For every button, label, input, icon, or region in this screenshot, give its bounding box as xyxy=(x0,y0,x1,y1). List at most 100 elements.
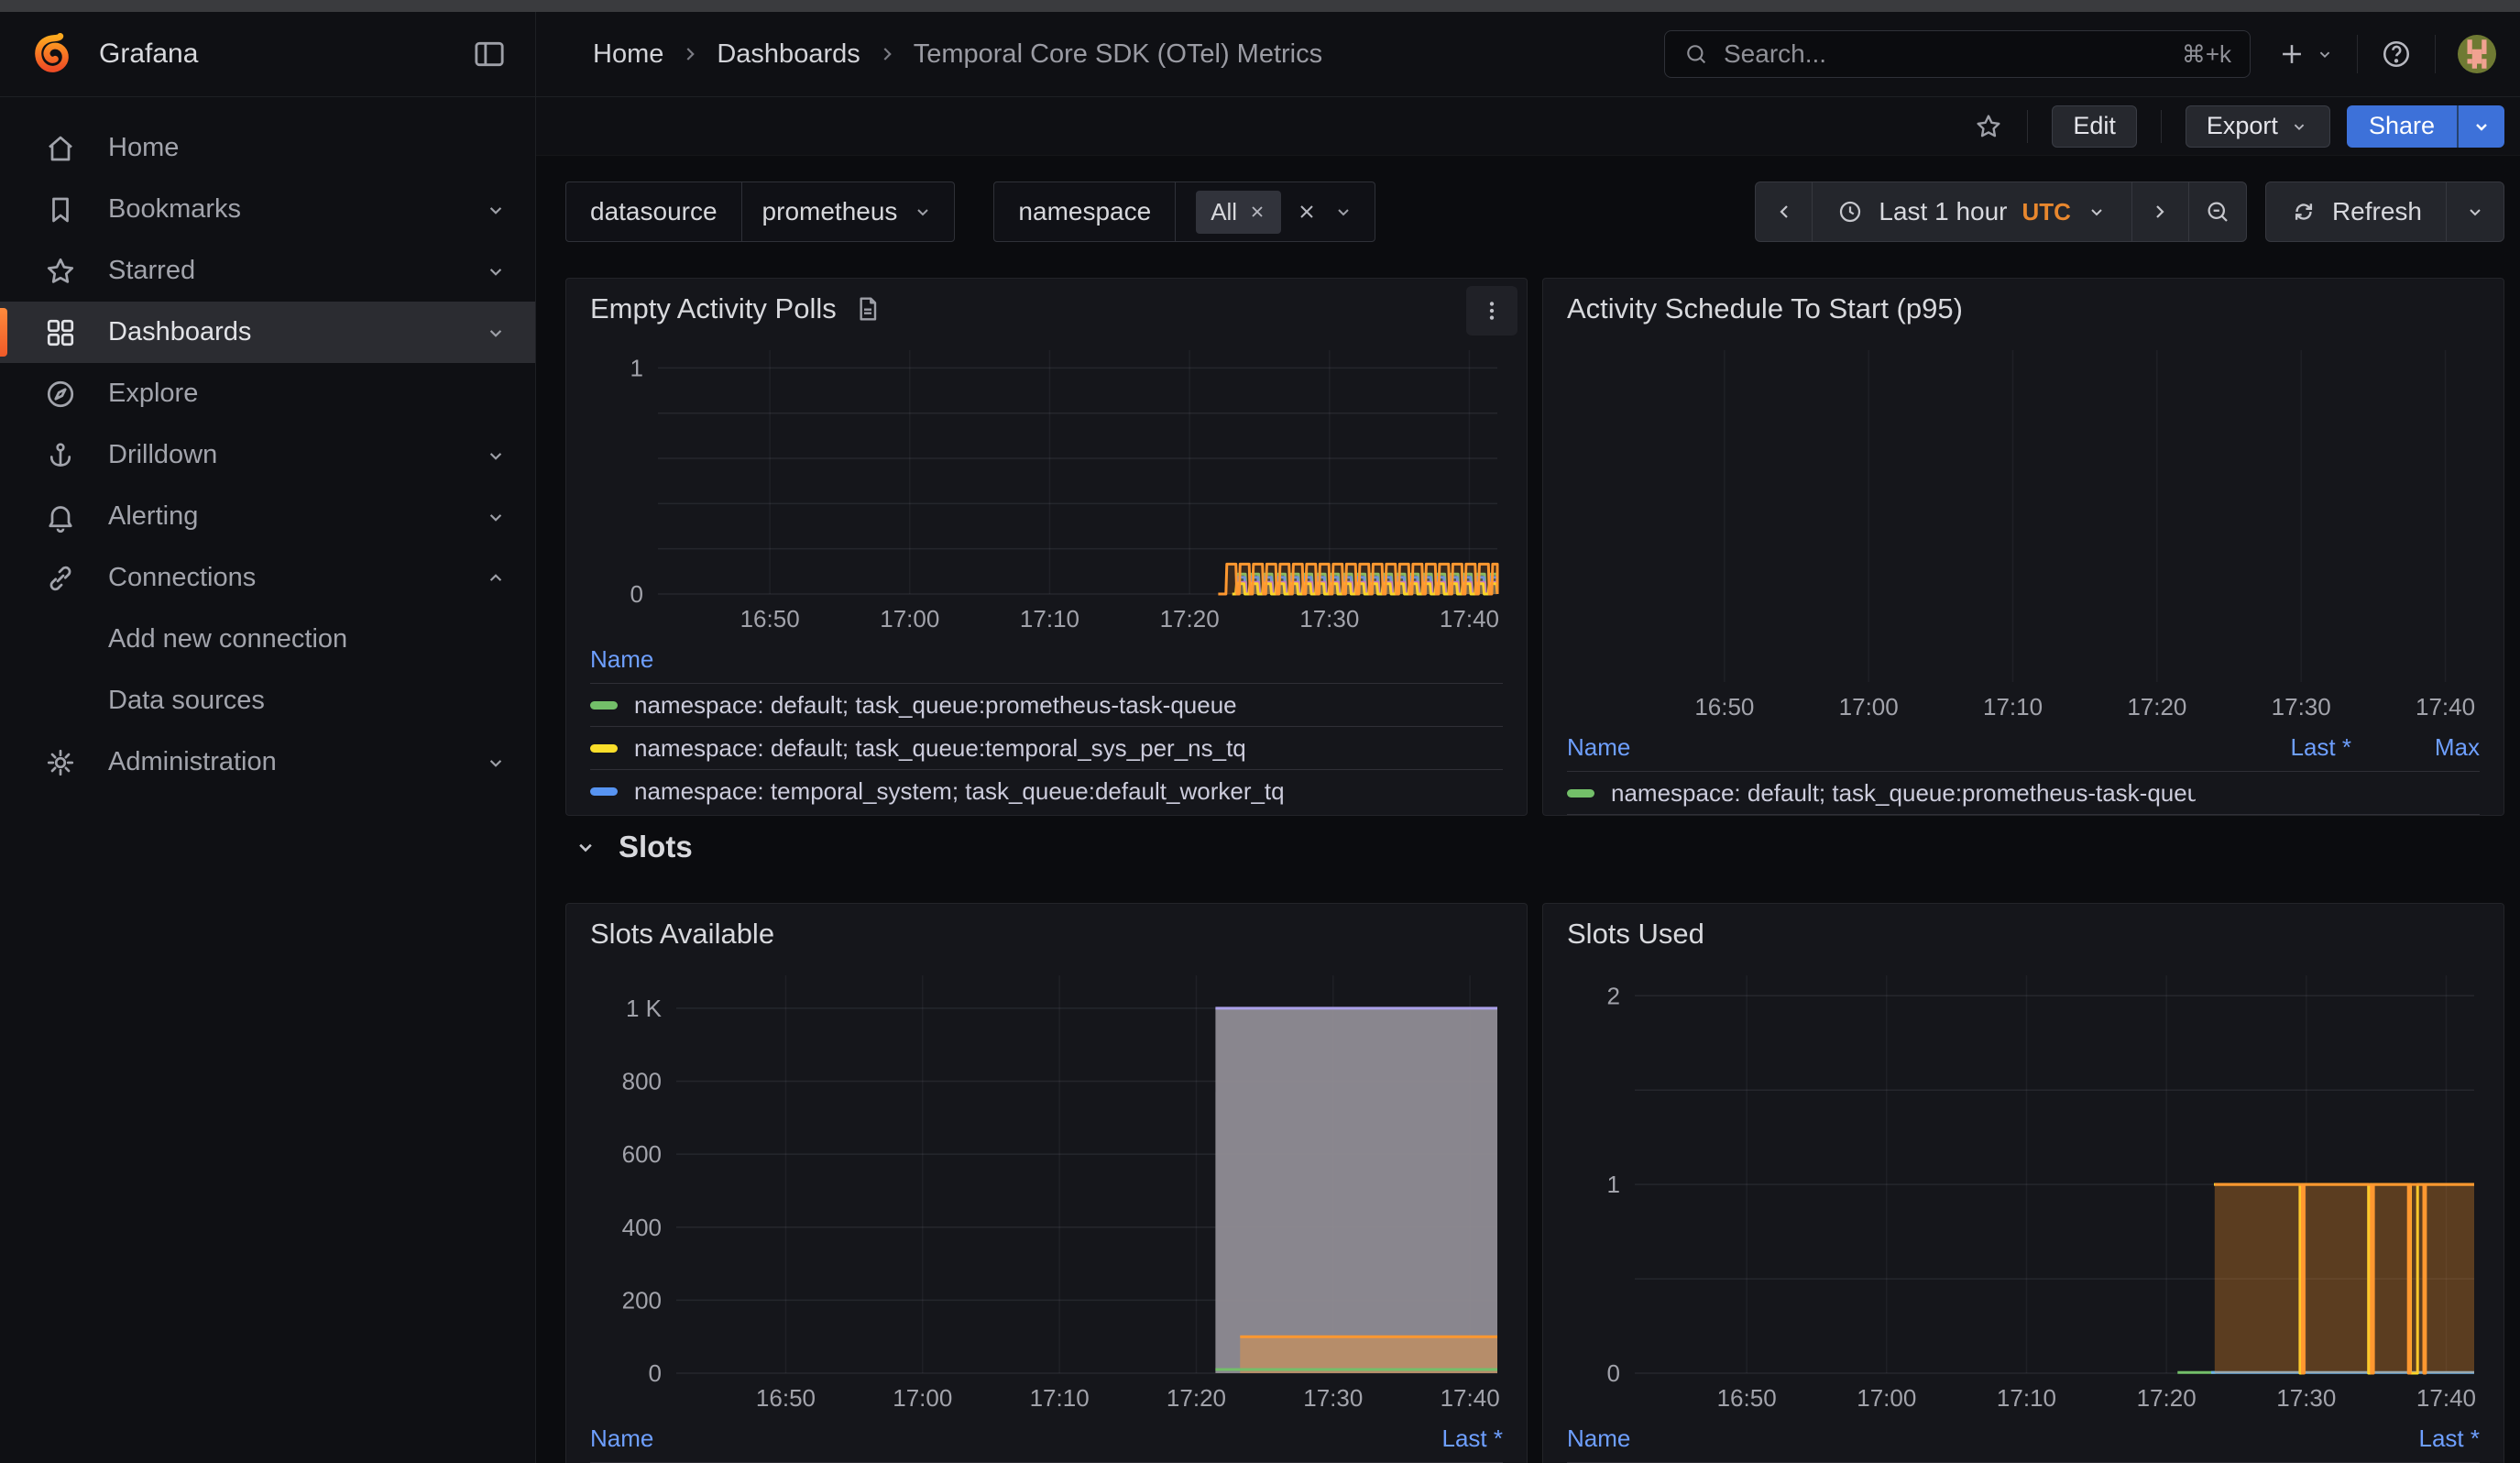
share-button[interactable]: Share xyxy=(2347,105,2457,148)
help-icon[interactable] xyxy=(2380,38,2413,71)
sidebar-item-dashboards[interactable]: Dashboards xyxy=(0,302,535,363)
chevron-down-icon xyxy=(1332,201,1354,223)
series-name[interactable]: namespace: default; task_queue:prometheu… xyxy=(634,691,1503,720)
panel-slots-available: Slots Available 16:5017:0017:1017:2017:3… xyxy=(565,903,1528,1463)
legend-column-last[interactable]: Last * xyxy=(1347,1424,1503,1453)
row-section-slots[interactable]: Slots xyxy=(573,830,693,864)
namespace-variable-select[interactable]: All xyxy=(1176,182,1375,241)
chevron-left-icon xyxy=(1773,201,1795,223)
breadcrumb-item[interactable]: Dashboards xyxy=(717,39,860,70)
link-icon xyxy=(44,562,77,595)
panel-slots-used: Slots Used 16:5017:0017:1017:2017:3017:4… xyxy=(1542,903,2504,1463)
sidebar-item-explore[interactable]: Explore xyxy=(0,363,535,424)
namespace-value-chip[interactable]: All xyxy=(1196,191,1281,234)
favorite-star-icon[interactable] xyxy=(1974,112,2003,141)
svg-text:17:30: 17:30 xyxy=(2272,693,2331,720)
add-new-button[interactable] xyxy=(2276,38,2335,70)
legend-row[interactable]: namespace: default; task_queue:temporal_… xyxy=(590,726,1503,769)
refresh-interval-button[interactable] xyxy=(2447,182,2504,241)
svg-text:1: 1 xyxy=(630,354,643,381)
sidebar-item-administration[interactable]: Administration xyxy=(0,732,535,793)
export-button[interactable]: Export xyxy=(2186,105,2330,148)
drilldown-icon xyxy=(44,439,77,472)
chevron-down-icon[interactable] xyxy=(484,751,508,775)
panel-header[interactable]: Empty Activity Polls xyxy=(566,279,1527,330)
legend-column-max[interactable]: Max xyxy=(2351,733,2480,762)
remove-chip-icon[interactable] xyxy=(1248,203,1266,221)
svg-text:17:30: 17:30 xyxy=(1303,1384,1363,1412)
svg-text:17:00: 17:00 xyxy=(880,605,939,632)
panel-header[interactable]: Slots Used xyxy=(1543,904,2504,955)
legend-row[interactable]: namespace: temporal_system; task_queue:d… xyxy=(590,769,1503,812)
chevron-down-icon xyxy=(2086,201,2108,223)
breadcrumb-item[interactable]: Home xyxy=(593,39,663,70)
legend-column-name[interactable]: Name xyxy=(1567,733,2196,762)
timeseries-chart[interactable]: 16:5017:0017:1017:2017:3017:401 K8006004… xyxy=(588,955,1505,1414)
svg-text:17:00: 17:00 xyxy=(1839,693,1899,720)
chevron-down-icon xyxy=(2289,116,2309,137)
time-range-picker[interactable]: Last 1 hour UTC xyxy=(1813,182,2132,241)
edit-button[interactable]: Edit xyxy=(2052,105,2137,148)
sidebar-item-bookmarks[interactable]: Bookmarks xyxy=(0,179,535,240)
panel-header[interactable]: Activity Schedule To Start (p95) xyxy=(1543,279,2504,330)
datasource-variable-select[interactable]: prometheus xyxy=(742,182,955,241)
sidebar-item-connections[interactable]: Connections xyxy=(0,547,535,609)
timeseries-chart[interactable]: 16:5017:0017:1017:2017:3017:40210 xyxy=(1565,955,2482,1414)
time-shift-forward-button[interactable] xyxy=(2132,182,2189,241)
series-name[interactable]: namespace: default; task_queue:prometheu… xyxy=(1611,779,2196,808)
sidebar-item-starred[interactable]: Starred xyxy=(0,240,535,302)
chevron-down-icon[interactable] xyxy=(484,505,508,529)
series-name[interactable]: namespace: temporal_system; task_queue:d… xyxy=(634,777,1503,806)
svg-text:17:20: 17:20 xyxy=(2127,693,2186,720)
sidebar-item-label: Home xyxy=(108,133,508,163)
zoom-out-button[interactable] xyxy=(2189,182,2246,241)
bell-icon xyxy=(44,500,77,534)
dashboard-toolbar: Edit Export Share xyxy=(536,97,2520,156)
chevron-down-icon[interactable] xyxy=(484,198,508,222)
legend-column-last[interactable]: Last * xyxy=(2324,1424,2480,1453)
namespace-variable: namespace All xyxy=(993,182,1375,242)
legend-column-name[interactable]: Name xyxy=(590,645,1503,674)
series-color-swatch xyxy=(590,744,618,753)
search-shortcut-hint: ⌘+k xyxy=(2182,40,2231,69)
sidebar-item-data-sources[interactable]: Data sources xyxy=(0,670,535,732)
chevron-down-icon[interactable] xyxy=(484,259,508,283)
chevron-down-icon[interactable] xyxy=(484,444,508,468)
chevron-up-icon[interactable] xyxy=(484,566,508,590)
panel-menu-button[interactable] xyxy=(1466,286,1517,336)
panel-header[interactable]: Slots Available xyxy=(566,904,1527,955)
timeseries-chart[interactable]: 16:5017:0017:1017:2017:3017:40 xyxy=(1565,330,2482,722)
legend-column-last[interactable]: Last * xyxy=(2196,733,2351,762)
sidebar-item-drilldown[interactable]: Drilldown xyxy=(0,424,535,486)
search-icon xyxy=(1683,41,1709,67)
breadcrumb-item: Temporal Core SDK (OTel) Metrics xyxy=(914,39,1322,70)
panel-title: Slots Used xyxy=(1567,918,1704,951)
share-menu-button[interactable] xyxy=(2457,105,2504,148)
panel-description-icon[interactable] xyxy=(853,294,882,324)
sidebar-item-alerting[interactable]: Alerting xyxy=(0,486,535,547)
legend-column-name[interactable]: Name xyxy=(1567,1424,2324,1453)
search-input[interactable]: Search... ⌘+k xyxy=(1664,30,2251,78)
timeseries-chart[interactable]: 16:5017:0017:1017:2017:3017:4010 xyxy=(588,330,1505,634)
svg-text:16:50: 16:50 xyxy=(1717,1384,1777,1412)
clear-selection-icon[interactable] xyxy=(1296,201,1318,223)
namespace-chip-label: All xyxy=(1211,198,1237,226)
legend-divider xyxy=(1567,814,2480,816)
legend-row[interactable]: namespace: default; task_queue:prometheu… xyxy=(590,683,1503,726)
legend-row[interactable]: namespace: default; task_queue:prometheu… xyxy=(1567,771,2480,814)
time-shift-back-button[interactable] xyxy=(1756,182,1813,241)
legend-column-name[interactable]: Name xyxy=(590,1424,1347,1453)
svg-text:17:00: 17:00 xyxy=(893,1384,952,1412)
svg-text:17:20: 17:20 xyxy=(1160,605,1220,632)
avatar[interactable] xyxy=(2458,35,2496,73)
chevron-down-icon[interactable] xyxy=(484,321,508,345)
sidebar-navigation: Home BookmarksStarredDashboardsExploreDri… xyxy=(0,97,536,1463)
refresh-button[interactable]: Refresh xyxy=(2266,182,2447,241)
chart-canvas: 16:5017:0017:1017:2017:3017:4010 xyxy=(588,330,1505,634)
series-name[interactable]: namespace: default; task_queue:temporal_… xyxy=(634,734,1503,763)
dock-menu-icon[interactable] xyxy=(471,36,508,72)
sidebar-item-home[interactable]: Home xyxy=(0,117,535,179)
svg-text:0: 0 xyxy=(630,580,643,608)
home-icon xyxy=(44,132,77,165)
sidebar-item-add-new-connection[interactable]: Add new connection xyxy=(0,609,535,670)
